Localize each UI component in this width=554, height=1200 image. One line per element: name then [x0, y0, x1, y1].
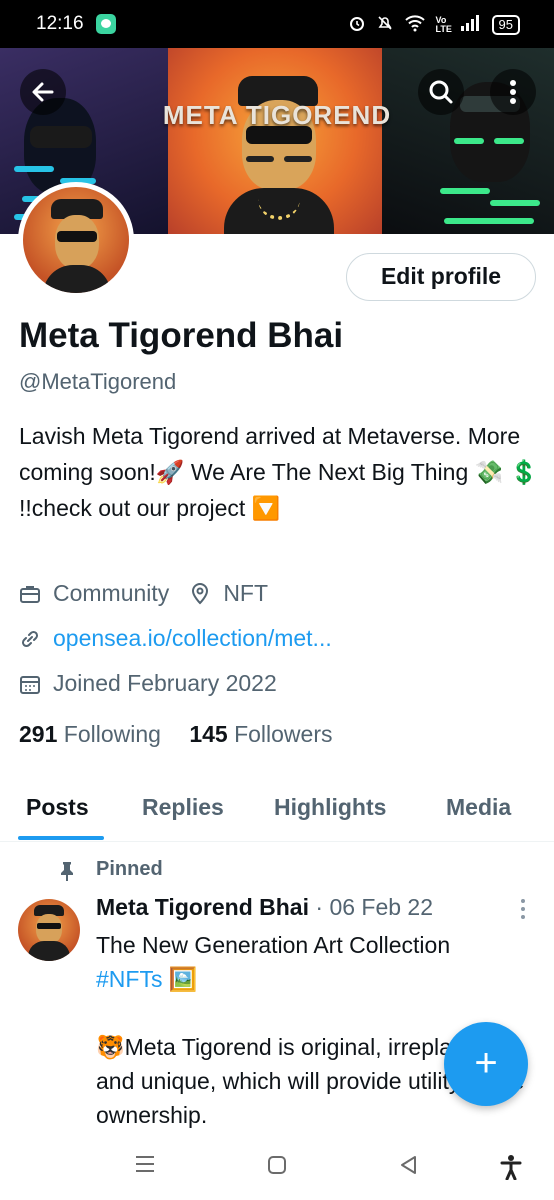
calendar-icon — [20, 675, 40, 694]
post-date[interactable]: · 06 Feb 22 — [315, 894, 433, 920]
status-bar: 12:16 Vo LTE 95 — [0, 0, 554, 48]
post-more-button[interactable] — [518, 898, 528, 920]
search-icon — [429, 80, 453, 104]
location-pin-icon — [192, 582, 209, 604]
profile-category: Community — [53, 580, 170, 606]
back-button[interactable] — [20, 69, 66, 115]
profile-joined-row: Joined February 2022 — [19, 670, 277, 697]
picture-emoji: 🖼️ — [168, 966, 198, 992]
recent-apps-button[interactable] — [134, 1154, 156, 1180]
status-icons: Vo LTE 95 — [348, 14, 520, 35]
followers-label: Followers — [234, 721, 333, 747]
profile-category-location: Community NFT — [19, 580, 268, 607]
tab-posts[interactable]: Posts — [26, 794, 89, 821]
home-button[interactable] — [266, 1154, 288, 1182]
home-square-icon — [268, 1156, 286, 1174]
followers-count: 145 — [189, 721, 228, 747]
post-line-1: The New Generation Art Collection — [96, 932, 451, 958]
edit-profile-button[interactable]: Edit profile — [346, 253, 536, 301]
menu-icon — [136, 1156, 154, 1172]
signal-icon — [460, 14, 482, 35]
arrow-left-icon — [32, 82, 54, 102]
profile-website-row: opensea.io/collection/met... — [19, 625, 332, 652]
pin-icon — [61, 862, 73, 881]
pinned-label-row: Pinned — [58, 858, 163, 881]
volte-icon: Vo LTE — [435, 14, 452, 34]
back-triangle-icon — [401, 1156, 416, 1174]
silent-icon — [376, 14, 394, 35]
more-vertical-icon — [521, 899, 525, 919]
profile-avatar[interactable] — [18, 182, 134, 298]
follow-counts: 291 Following 145 Followers — [19, 721, 333, 748]
banner-title: META TIGOREND — [162, 100, 392, 130]
tab-highlights[interactable]: Highlights — [274, 794, 386, 821]
profile-location: NFT — [223, 580, 269, 606]
more-vertical-icon — [510, 80, 516, 104]
tab-replies[interactable]: Replies — [142, 794, 224, 821]
system-nav-bar — [0, 1140, 554, 1200]
pinned-label: Pinned — [96, 858, 163, 880]
profile-tabs: Posts Replies Highlights Media — [0, 782, 554, 842]
profile-handle: @MetaTigorend — [19, 369, 177, 394]
app-notification-icon — [96, 14, 116, 34]
following-count: 291 — [19, 721, 58, 747]
post-line-2: #NFTs 🖼️ — [96, 962, 526, 996]
profile-website-link[interactable]: opensea.io/collection/met... — [53, 625, 332, 652]
post-author-avatar[interactable] — [18, 899, 80, 961]
tab-media[interactable]: Media — [446, 794, 511, 821]
profile-joined: Joined February 2022 — [53, 670, 277, 696]
alarm-icon — [348, 14, 366, 35]
post-header: Meta Tigorend Bhai · 06 Feb 22 — [96, 894, 433, 921]
link-icon — [21, 630, 39, 647]
post-hashtag[interactable]: #NFTs — [96, 966, 162, 992]
battery-indicator: 95 — [491, 14, 520, 35]
more-options-button[interactable] — [490, 69, 536, 115]
plus-icon: + — [474, 1041, 498, 1085]
search-button[interactable] — [418, 69, 464, 115]
followers-link[interactable]: 145 Followers — [189, 721, 332, 747]
following-label: Following — [63, 721, 161, 747]
accessibility-icon — [500, 1155, 522, 1181]
banner-art-center — [168, 48, 382, 234]
back-system-button[interactable] — [398, 1154, 420, 1182]
accessibility-button[interactable] — [500, 1154, 522, 1186]
active-tab-indicator — [18, 836, 104, 840]
post-author-name[interactable]: Meta Tigorend Bhai — [96, 894, 309, 920]
briefcase-icon — [20, 585, 40, 603]
following-link[interactable]: 291 Following — [19, 721, 161, 747]
profile-name: Meta Tigorend Bhai — [19, 316, 344, 355]
status-time: 12:16 — [36, 13, 84, 34]
wifi-icon — [404, 14, 426, 35]
compose-post-button[interactable]: + — [444, 1022, 528, 1106]
profile-bio: Lavish Meta Tigorend arrived at Metavers… — [19, 423, 539, 521]
